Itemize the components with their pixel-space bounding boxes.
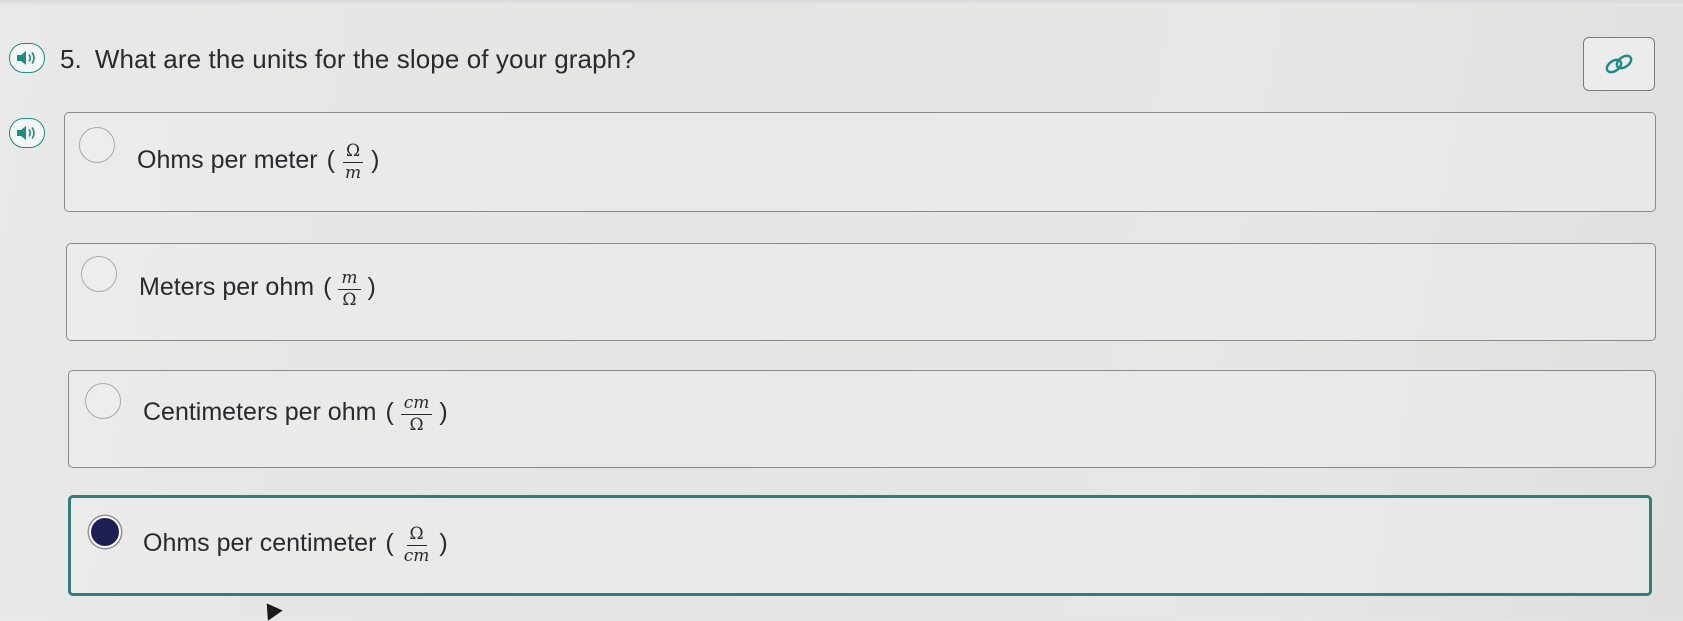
option-label-text: Ohms per meter [137, 146, 318, 174]
answers-audio-button[interactable] [9, 118, 45, 148]
option-label: Meters per ohm ( m Ω ) [139, 268, 380, 310]
unit-fraction: Ω cm [401, 526, 433, 565]
option-label: Ohms per centimeter ( Ω cm ) [143, 524, 452, 565]
answer-option-ohms-per-meter[interactable]: Ohms per meter ( Ω m ) [64, 112, 1656, 212]
question-text: What are the units for the slope of your… [94, 44, 636, 74]
open-paren: ( [385, 529, 394, 557]
option-label: Ohms per meter ( Ω m ) [137, 141, 383, 182]
speaker-icon [17, 51, 35, 65]
question-audio-button[interactable] [9, 43, 45, 73]
open-paren: ( [323, 273, 332, 301]
unit-numerator: Ω [342, 143, 364, 163]
unit-denominator: m [344, 163, 362, 183]
answer-option-ohms-per-centimeter[interactable]: Ohms per centimeter ( Ω cm ) [68, 495, 1652, 596]
speaker-icon [17, 126, 35, 140]
top-divider [0, 0, 1683, 6]
open-paren: ( [326, 146, 335, 174]
radio-button[interactable] [79, 127, 115, 163]
option-label-text: Centimeters per ohm [143, 398, 377, 426]
link-icon [1605, 54, 1633, 74]
answer-option-meters-per-ohm[interactable]: Meters per ohm ( m Ω ) [66, 243, 1656, 341]
radio-button-selected[interactable] [89, 516, 121, 548]
copy-link-button[interactable] [1583, 37, 1655, 91]
close-paren: ) [439, 529, 448, 557]
radio-button[interactable] [81, 256, 117, 292]
unit-fraction: cm Ω [400, 395, 433, 435]
close-paren: ) [439, 398, 448, 426]
close-paren: ) [371, 146, 380, 174]
unit-numerator: m [338, 270, 361, 290]
unit-numerator: Ω [406, 526, 427, 546]
unit-numerator: cm [400, 395, 433, 415]
open-paren: ( [385, 398, 394, 426]
option-label-text: Meters per ohm [139, 273, 315, 301]
close-paren: ) [367, 273, 376, 301]
unit-denominator: Ω [409, 415, 424, 435]
question-number: 5. [60, 44, 82, 74]
unit-denominator: cm [403, 546, 430, 566]
mouse-cursor-icon [259, 598, 283, 621]
answer-option-centimeters-per-ohm[interactable]: Centimeters per ohm ( cm Ω ) [68, 370, 1656, 468]
option-label-text: Ohms per centimeter [143, 529, 377, 557]
unit-fraction: Ω m [342, 143, 364, 182]
question-heading: 5. What are the units for the slope of y… [60, 44, 636, 75]
radio-button[interactable] [85, 383, 121, 419]
unit-fraction: m Ω [338, 270, 361, 310]
unit-denominator: Ω [342, 290, 357, 310]
option-label: Centimeters per ohm ( cm Ω ) [143, 393, 452, 435]
